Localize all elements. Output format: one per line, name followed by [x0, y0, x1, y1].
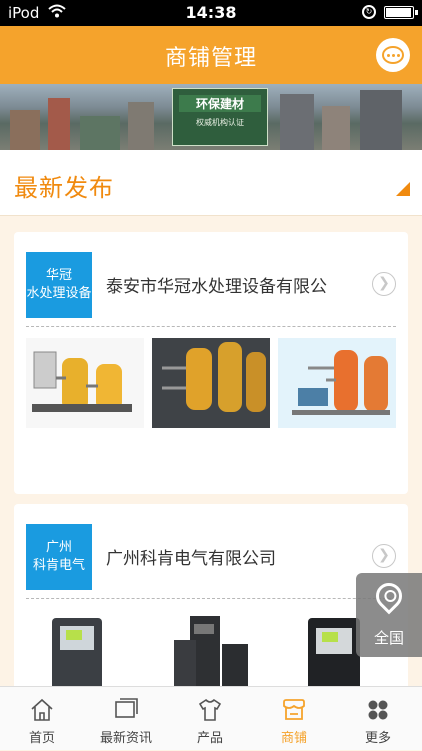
- chat-bubble-icon: [382, 46, 404, 64]
- shop-logo-line2: 水处理设备: [26, 286, 92, 301]
- message-button[interactable]: [376, 38, 410, 72]
- store-icon: [283, 699, 305, 720]
- chevron-right-icon[interactable]: ❯: [372, 544, 396, 568]
- shop-name: 广州科肯电气有限公司: [106, 549, 276, 569]
- clock: 14:38: [185, 3, 237, 22]
- product-image[interactable]: [152, 338, 270, 428]
- tab-label: 更多: [364, 731, 391, 746]
- tab-stores[interactable]: 商铺: [252, 687, 336, 751]
- status-bar: iPod 14:38 ↻: [0, 0, 422, 26]
- shop-logo: 广州 科肯电气: [26, 524, 92, 590]
- tab-label: 产品: [196, 731, 223, 746]
- shop-logo-line1: 华冠: [45, 268, 72, 283]
- shop-logo-line2: 科肯电气: [32, 558, 85, 573]
- product-image[interactable]: [278, 338, 396, 428]
- corner-triangle-icon: [396, 182, 410, 196]
- rotation-lock-icon: ↻: [362, 5, 376, 19]
- location-filter-button[interactable]: 全国: [356, 573, 422, 657]
- tab-more[interactable]: 更多: [336, 687, 420, 751]
- shop-card[interactable]: 广州 科肯电气 广州科肯电气有限公司 ❯: [14, 504, 408, 704]
- shop-name: 泰安市华冠水处理设备有限公: [106, 277, 327, 297]
- nav-bar: 商铺管理: [0, 26, 422, 84]
- tab-news[interactable]: 最新资讯: [84, 687, 168, 751]
- shop-logo-line1: 广州: [45, 540, 72, 555]
- banner-headline: 环保建材: [179, 95, 261, 112]
- tab-home[interactable]: 首页: [0, 687, 84, 751]
- divider: [26, 326, 396, 327]
- chevron-right-icon[interactable]: ❯: [372, 272, 396, 296]
- divider: [26, 598, 396, 599]
- news-icon: [115, 698, 138, 718]
- tab-label: 商铺: [280, 731, 307, 746]
- home-icon: [31, 698, 53, 721]
- grid-icon: [368, 700, 388, 720]
- tab-bar: 首页 最新资讯 产品 商铺 更多: [0, 686, 422, 750]
- section-title: 最新发布: [14, 174, 114, 202]
- shop-card[interactable]: 华冠 水处理设备 泰安市华冠水处理设备有限公 ❯: [14, 232, 408, 494]
- shirt-icon: [198, 698, 222, 721]
- location-label: 全国: [373, 629, 404, 647]
- location-pin-icon: [370, 577, 408, 615]
- tab-products[interactable]: 产品: [168, 687, 252, 751]
- tab-label: 最新资讯: [99, 731, 152, 746]
- promo-banner[interactable]: 环保建材 权威机构认证: [0, 84, 422, 150]
- battery-icon: [384, 5, 418, 19]
- banner-sign: 环保建材 权威机构认证: [172, 88, 268, 146]
- product-image[interactable]: [26, 338, 144, 428]
- banner-caption: 权威机构认证: [196, 118, 244, 127]
- latest-section-header[interactable]: 最新发布: [0, 150, 422, 216]
- shop-logo: 华冠 水处理设备: [26, 252, 92, 318]
- tab-label: 首页: [28, 731, 55, 746]
- page-title: 商铺管理: [164, 46, 257, 71]
